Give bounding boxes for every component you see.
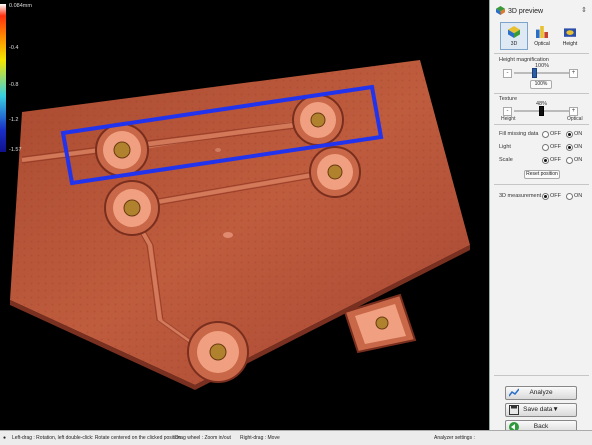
measurement-off-radio[interactable] xyxy=(542,193,549,200)
texture-plus-button[interactable]: + xyxy=(569,107,578,116)
status-right-drag: Right-drag : Move xyxy=(240,435,280,441)
tab-height[interactable]: Height xyxy=(556,22,584,50)
3d-viewport[interactable]: 0.084mm -0.4 -0.8 -1.2 -1.57 xyxy=(0,0,489,430)
scale-off-radio[interactable] xyxy=(542,157,549,164)
fill-missing-on-radio[interactable] xyxy=(566,131,573,138)
colorbar-tick: -1.57 xyxy=(9,147,22,153)
height-slider-track[interactable] xyxy=(514,72,570,74)
radio-label: ON xyxy=(574,157,583,163)
height-slider-thumb[interactable] xyxy=(531,68,537,78)
tab-label: Optical xyxy=(534,41,550,47)
height-plus-button[interactable]: + xyxy=(569,69,578,78)
surface-blob xyxy=(223,232,233,238)
measurement-on-radio[interactable] xyxy=(566,193,573,200)
colorbar-tick: -0.8 xyxy=(9,82,19,88)
status-left-drag: Left-drag : Rotation, left double-click:… xyxy=(12,435,181,441)
height-minus-button[interactable]: - xyxy=(503,69,512,78)
height-reset-100-button[interactable]: 100% xyxy=(530,80,552,89)
divider xyxy=(494,93,589,94)
divider xyxy=(494,375,589,376)
pad-5 xyxy=(187,321,249,383)
save-data-label: Save data▼ xyxy=(523,406,559,413)
radio-label: OFF xyxy=(550,144,561,150)
height-icon xyxy=(564,28,576,37)
colorbar-tick: -1.2 xyxy=(9,117,19,123)
measurement-label: 3D measurement xyxy=(499,193,542,199)
colorbar-tick: -0.4 xyxy=(9,45,19,51)
panel-title: 3D preview xyxy=(508,8,544,15)
help-icon: ● xyxy=(3,435,7,441)
height-colorbar xyxy=(0,4,6,152)
colorbar-tick: 0.084mm xyxy=(9,3,32,9)
texture-slider-thumb[interactable] xyxy=(538,106,544,116)
texture-minus-button[interactable]: - xyxy=(503,107,512,116)
analyze-label: Analyze xyxy=(529,389,553,396)
light-on-radio[interactable] xyxy=(566,144,573,151)
scale-on-radio[interactable] xyxy=(566,157,573,164)
scale-label: Scale xyxy=(499,157,513,163)
texture-left-label: Height xyxy=(501,116,516,122)
pad-3 xyxy=(309,146,361,198)
radio-label: ON xyxy=(574,131,583,137)
radio-label: ON xyxy=(574,193,583,199)
tab-optical[interactable]: Optical xyxy=(528,22,556,50)
analyze-button[interactable]: Analyze xyxy=(505,386,577,400)
radio-label: OFF xyxy=(550,131,561,137)
divider xyxy=(494,53,589,54)
3d-preview-icon xyxy=(496,6,505,15)
texture-label: Texture xyxy=(499,96,518,102)
texture-right-label: Optical xyxy=(567,116,583,122)
fill-missing-off-radio[interactable] xyxy=(542,131,549,138)
status-analyzer-settings: Analyzer settings : xyxy=(434,435,475,441)
pad-2 xyxy=(292,94,344,146)
radio-label: OFF xyxy=(550,157,561,163)
divider xyxy=(494,184,589,185)
3d-view-icon xyxy=(508,26,520,38)
tab-3d[interactable]: 3D xyxy=(500,22,528,50)
back-label: Back xyxy=(533,423,549,430)
fill-missing-label: Fill missing data xyxy=(499,131,539,137)
pcb-3d-render xyxy=(10,60,470,390)
optical-icon xyxy=(536,26,548,38)
tab-label: 3D xyxy=(510,41,518,47)
tab-label: Height xyxy=(562,41,578,47)
reset-position-button[interactable]: Reset position xyxy=(524,170,560,179)
divider xyxy=(494,124,589,125)
light-label: Light xyxy=(499,144,511,150)
radio-label: ON xyxy=(574,144,583,150)
light-off-radio[interactable] xyxy=(542,144,549,151)
side-panel: 3D preview ⇕ 3D Optical Height Height ma… xyxy=(489,0,592,434)
radio-label: OFF xyxy=(550,193,561,199)
collapse-icon[interactable]: ⇕ xyxy=(581,6,589,14)
height-magnification-value: 100% xyxy=(535,63,550,69)
pad-4 xyxy=(104,180,160,236)
save-data-button[interactable]: Save data▼ xyxy=(505,403,577,417)
status-bar: ● Left-drag : Rotation, left double-clic… xyxy=(0,430,592,445)
pad-1 xyxy=(95,123,149,177)
status-wheel: Drag wheel : Zoom in/out xyxy=(175,435,231,441)
